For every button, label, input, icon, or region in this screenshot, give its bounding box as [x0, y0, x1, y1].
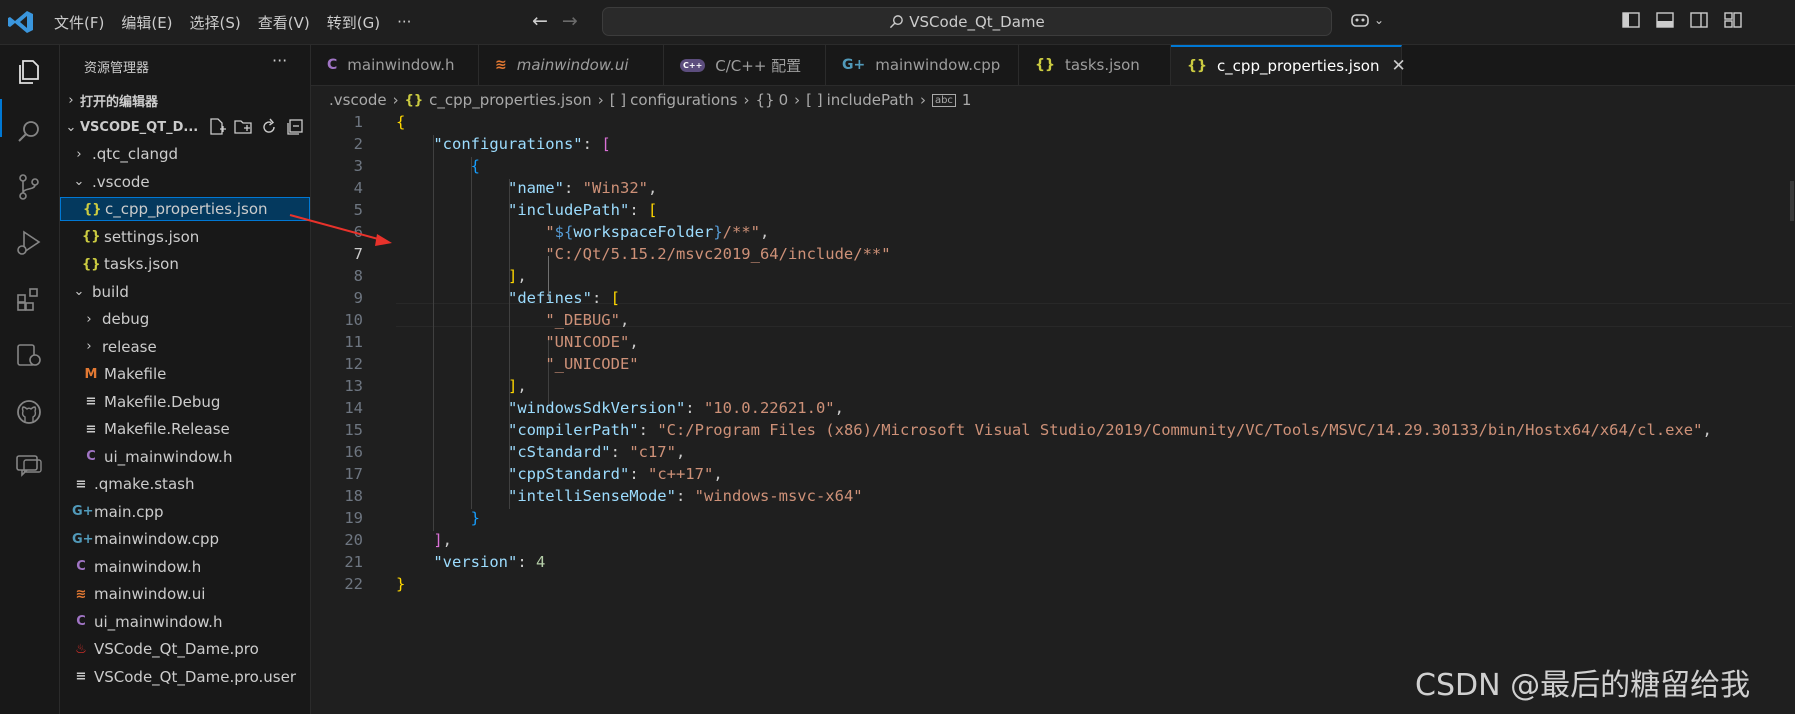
watermark: CSDN @最后的糖留给我 — [1415, 668, 1751, 703]
annotation-arrow-icon — [289, 214, 392, 246]
